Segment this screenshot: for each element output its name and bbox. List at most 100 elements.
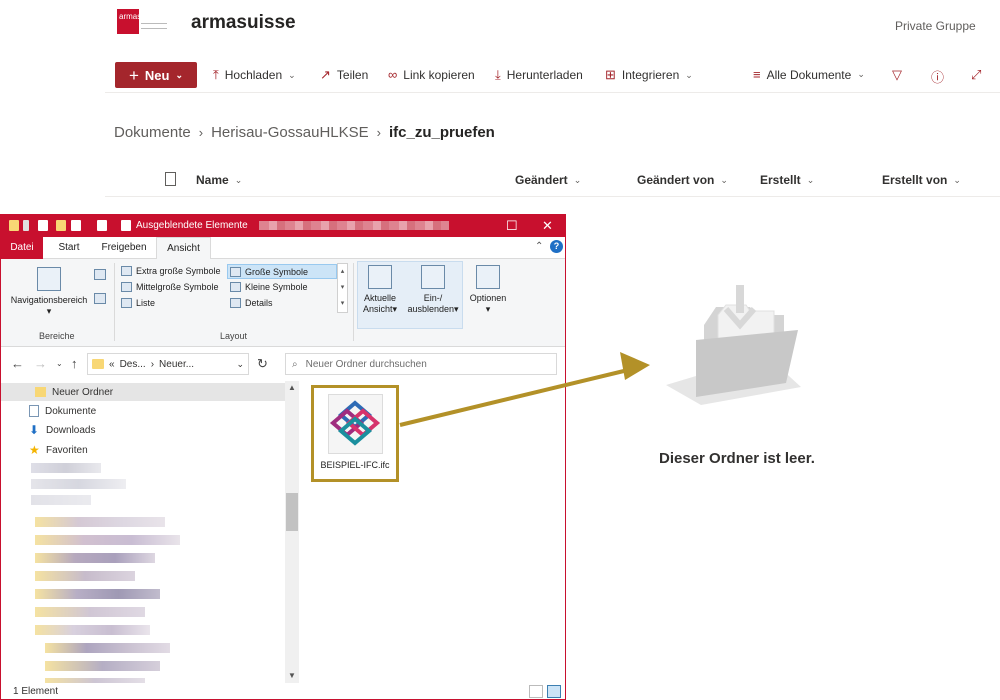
layout-icon	[121, 282, 132, 292]
column-header-name[interactable]: Name ⌄	[196, 173, 242, 187]
recent-locations-icon[interactable]: ⌄	[56, 359, 63, 368]
search-input[interactable]: ⌕ Neuer Ordner durchsuchen	[285, 353, 557, 375]
hidden-items-checkbox[interactable]	[121, 220, 131, 231]
ribbon-separator	[114, 263, 115, 341]
back-arrow-icon[interactable]: ←	[11, 356, 24, 371]
current-view-button[interactable]: Aktuelle Ansicht▾	[359, 265, 401, 315]
current-view-label-2: Ansicht	[362, 304, 393, 314]
layout-medium-icons[interactable]: Mittelgroße Symbole	[121, 282, 219, 292]
filter-icon: ▽	[892, 67, 902, 82]
address-overflow[interactable]: «	[109, 359, 115, 370]
scroll-down-icon[interactable]: ▼	[288, 671, 296, 680]
redacted-item	[35, 535, 180, 545]
share-icon: ↗	[320, 67, 331, 82]
file-explorer-window: Ausgeblendete Elemente ☐ ✕ Datei Start F…	[0, 214, 566, 700]
breadcrumb-item-documents[interactable]: Dokumente	[114, 124, 191, 141]
layout-label: Details	[245, 298, 273, 308]
view-label: Alle Dokumente	[766, 67, 852, 82]
column-header-modified[interactable]: Geändert ⌄	[515, 173, 581, 187]
search-icon: ⌕	[292, 358, 298, 370]
group-privacy-label: Private Gruppe	[895, 19, 976, 33]
folder-icon	[9, 220, 19, 231]
show-hide-button[interactable]: Ein-/ ausblenden▾	[403, 265, 463, 315]
tab-view[interactable]: Ansicht	[156, 237, 211, 260]
new-folder-icon[interactable]	[56, 220, 66, 231]
site-title[interactable]: armasuisse	[191, 12, 296, 34]
help-icon[interactable]: ?	[550, 240, 563, 253]
download-icon: ⤓	[495, 67, 501, 82]
scrollbar-thumb[interactable]	[286, 493, 298, 531]
nav-item-new-folder[interactable]: Neuer Ordner	[1, 383, 285, 401]
rename-icon[interactable]	[71, 220, 81, 231]
up-arrow-icon[interactable]: ↑	[71, 356, 78, 371]
file-item-ifc[interactable]: BEISPIEL-IFC.ifc	[311, 385, 399, 482]
copy-link-button[interactable]: ∞ Link kopieren	[388, 67, 475, 82]
link-icon: ∞	[388, 67, 398, 82]
new-button[interactable]: + Neu ⌄	[115, 62, 197, 88]
filter-button[interactable]: ▽	[892, 67, 902, 83]
tab-file[interactable]: Datei	[1, 237, 43, 259]
close-icon[interactable]: ✕	[542, 218, 553, 234]
options-icon	[476, 265, 500, 289]
scroll-up-icon[interactable]: ▲	[288, 383, 296, 392]
layout-large-icons[interactable]: Große Symbole	[227, 264, 337, 279]
layout-icon	[230, 298, 241, 308]
details-pane-icon[interactable]	[94, 293, 106, 304]
info-button[interactable]: ⓘ	[931, 67, 944, 86]
large-icons-view-icon[interactable]	[547, 685, 561, 698]
options-button[interactable]: Optionen ▾	[465, 265, 511, 315]
forward-arrow-icon[interactable]: →	[34, 356, 47, 371]
details-view-icon[interactable]	[529, 685, 543, 698]
navigation-pane-button[interactable]: Navigationsbereich ▾	[7, 267, 91, 317]
navigation-pane-scrollbar[interactable]: ▲ ▼	[285, 381, 299, 683]
view-switcher[interactable]: ≡ Alle Dokumente ⌄	[753, 67, 865, 82]
integrate-label: Integrieren	[621, 68, 680, 82]
properties-icon[interactable]	[38, 220, 48, 231]
empty-folder-illustration	[666, 285, 801, 405]
refresh-icon[interactable]: ↻	[257, 356, 268, 372]
column-header-created-by[interactable]: Erstellt von ⌄	[882, 173, 961, 187]
column-header-modified-by[interactable]: Geändert von ⌄	[637, 173, 728, 187]
chevron-right-icon: ›	[150, 358, 155, 370]
nav-item-downloads[interactable]: ⬇ Downloads	[1, 421, 285, 439]
copy-link-label: Link kopieren	[403, 67, 475, 82]
layout-scroll-buttons[interactable]: ▴ ▾ ▾	[337, 263, 348, 313]
preview-pane-icon[interactable]	[94, 269, 106, 280]
nav-item-favorites[interactable]: ★ Favoriten	[1, 441, 285, 459]
maximize-icon[interactable]: ☐	[506, 218, 518, 234]
quick-access-dropdown-icon[interactable]	[97, 220, 107, 231]
tab-start[interactable]: Start	[47, 237, 91, 259]
address-segment[interactable]: Des...	[120, 359, 146, 370]
chevron-down-icon: ▾	[454, 304, 459, 314]
chevron-down-icon: ⌄	[288, 69, 296, 80]
chevron-down-icon: ▾	[485, 304, 491, 314]
expand-button[interactable]: ⤢	[971, 67, 981, 83]
nav-item-documents[interactable]: Dokumente	[1, 402, 285, 420]
column-header-created[interactable]: Erstellt ⌄	[760, 173, 814, 187]
address-segment-current[interactable]: Neuer...	[159, 359, 194, 370]
layout-small-icons[interactable]: Kleine Symbole	[230, 282, 308, 292]
download-button[interactable]: ⤓ Herunterladen	[495, 67, 583, 83]
chevron-down-icon: ⌄	[857, 69, 865, 79]
collapse-ribbon-icon[interactable]: ⌃	[535, 241, 543, 252]
address-box[interactable]: « Des... › Neuer... ⌄	[87, 353, 249, 375]
file-type-icon	[165, 172, 176, 186]
address-dropdown-icon[interactable]: ⌄	[236, 359, 244, 370]
share-button[interactable]: ↗ Teilen	[320, 67, 368, 83]
layout-details[interactable]: Details	[230, 298, 273, 308]
star-icon: ★	[29, 443, 40, 457]
armasuisse-logo[interactable]: armasuisse	[117, 9, 169, 34]
upload-label: Hochladen	[224, 68, 283, 82]
breadcrumb-item-folder[interactable]: Herisau-GossauHLKSE	[211, 124, 369, 141]
document-icon	[29, 405, 39, 417]
tab-share[interactable]: Freigeben	[93, 237, 155, 259]
upload-button[interactable]: ⤒ Hochladen ⌄	[213, 67, 296, 83]
layout-list[interactable]: Liste	[121, 298, 155, 308]
layout-extra-large-icons[interactable]: Extra große Symbole	[121, 266, 221, 276]
chevron-down-icon: ⌄	[234, 174, 243, 185]
file-name: BEISPIEL-IFC.ifc	[320, 460, 390, 470]
integrate-button[interactable]: ⊞ Integrieren ⌄	[605, 67, 693, 83]
item-count: 1 Element	[13, 686, 59, 697]
folder-icon	[35, 387, 46, 397]
download-label: Herunterladen	[506, 68, 583, 82]
